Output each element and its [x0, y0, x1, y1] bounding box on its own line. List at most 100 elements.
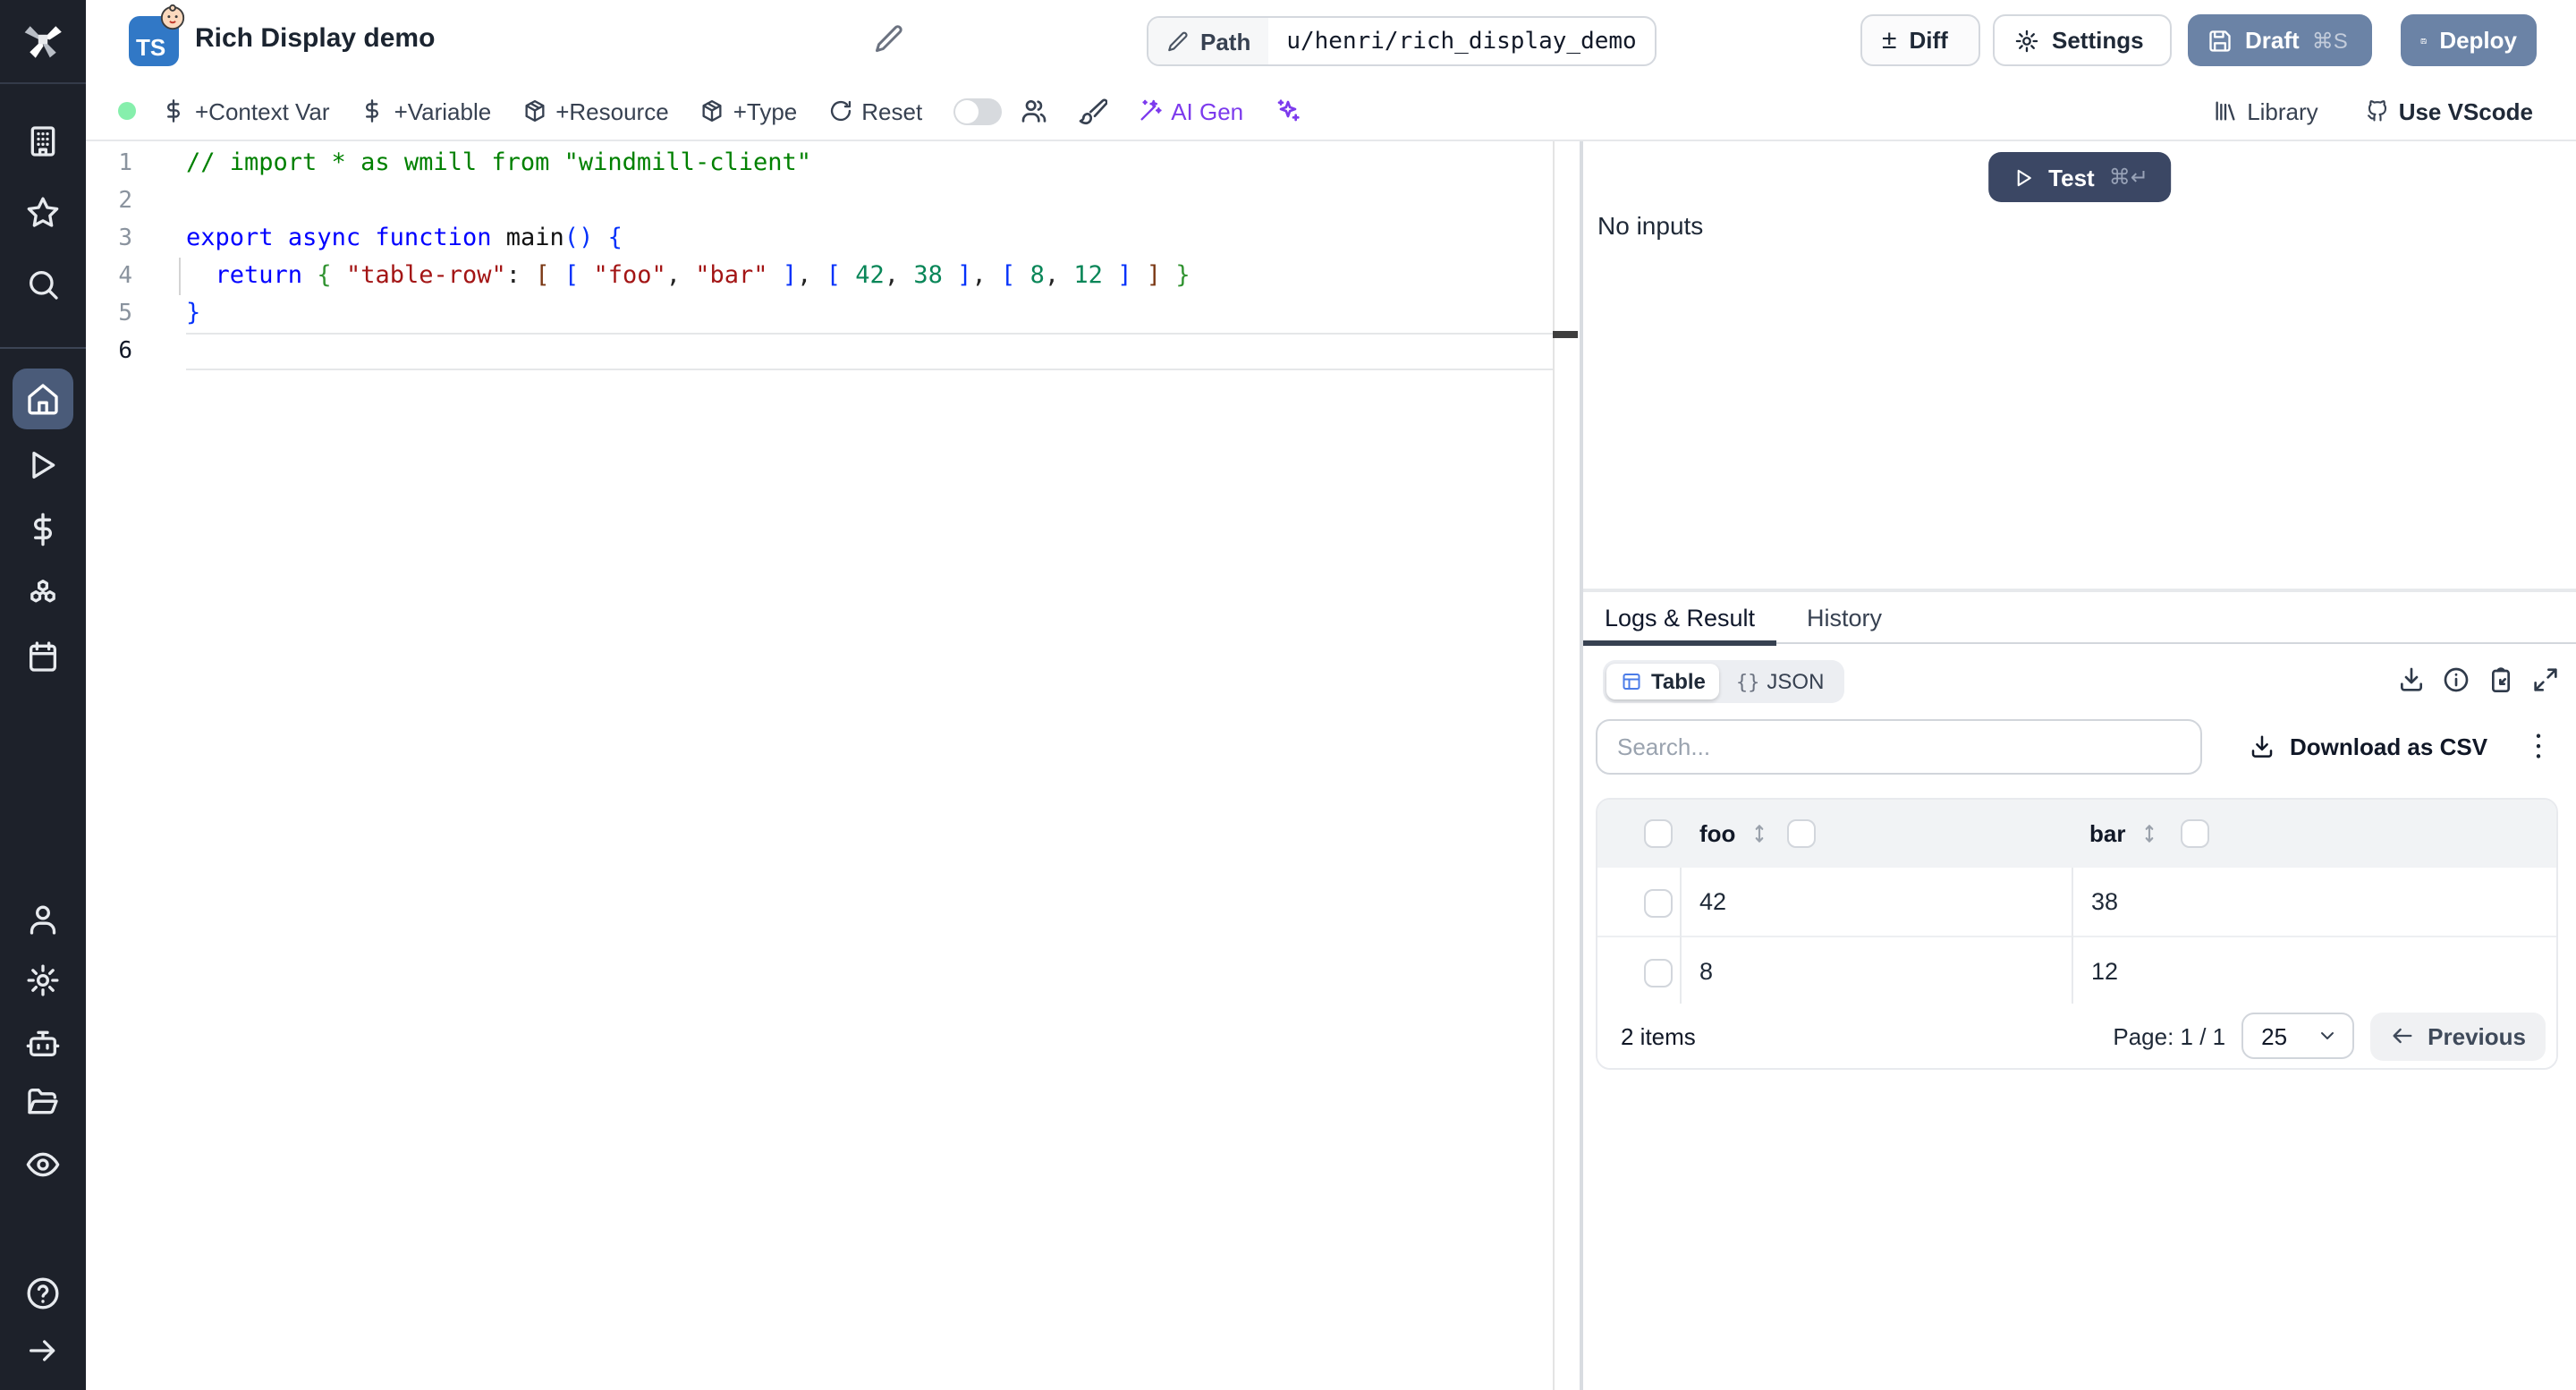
code-line-5[interactable]: } — [186, 294, 200, 332]
table-row[interactable]: 8 12 — [1597, 937, 2556, 1007]
search-input[interactable] — [1596, 719, 2202, 775]
add-type-button[interactable]: +Type — [699, 97, 797, 124]
code-line-4[interactable]: return { "table-row": [ [ "foo", "bar" ]… — [186, 257, 1191, 294]
sidebar-item-arrow-right[interactable] — [25, 1333, 61, 1369]
run-result-panel: Test ⌘↵ No inputs Logs & Result History … — [1583, 141, 2576, 1390]
magic-wand-icon — [1140, 99, 1161, 121]
sparkles-icon[interactable] — [1274, 97, 1302, 125]
diff-button[interactable]: ± Diff — [1860, 14, 1980, 66]
calendar-icon — [30, 641, 56, 672]
download-icon — [2251, 735, 2273, 758]
users-icon[interactable] — [1019, 97, 1047, 125]
editor-toolbar: +Context Var +Variable +Resource +Type R… — [86, 82, 2576, 141]
sidebar-item-folder[interactable] — [25, 1084, 61, 1120]
result-actions — [2397, 665, 2560, 694]
sort-icon[interactable] — [1748, 822, 1771, 845]
app-window: TS Rich Display demo Path u/henri/rich_d… — [0, 0, 2576, 1390]
code-editor[interactable]: 1 2 3 4 5 6 // import * as wmill from "windmi… — [86, 141, 1580, 1390]
sidebar-item-building[interactable] — [25, 123, 61, 159]
diff-mode-toggle[interactable] — [953, 97, 1002, 124]
sidebar-divider — [0, 347, 86, 349]
sidebar — [0, 0, 86, 1390]
deploy-button[interactable]: Deploy — [2401, 14, 2537, 66]
dollar-icon — [366, 99, 379, 123]
column-header-bar[interactable]: bar — [2089, 820, 2125, 847]
line-number: 1 — [118, 149, 132, 176]
page-size-select[interactable]: 25 — [2241, 1013, 2355, 1059]
sidebar-top-divider — [0, 82, 86, 84]
no-inputs-label: No inputs — [1597, 211, 1704, 240]
checkbox[interactable] — [1644, 958, 1673, 987]
path-label-segment: Path — [1148, 18, 1269, 64]
save-icon — [2209, 30, 2231, 51]
windmill-logo[interactable] — [20, 16, 66, 63]
line-number: 2 — [118, 187, 132, 214]
sidebar-item-home-active[interactable] — [13, 369, 73, 429]
checkbox[interactable] — [1644, 888, 1673, 917]
column-header-foo[interactable]: foo — [1699, 820, 1735, 847]
table-icon — [1623, 674, 1640, 690]
sidebar-item-help[interactable] — [25, 1276, 61, 1311]
brush-icon[interactable] — [1078, 97, 1107, 125]
checkbox[interactable] — [1787, 819, 1816, 848]
code-line-1[interactable]: // import * as wmill from "windmill-clie… — [186, 144, 811, 182]
test-button[interactable]: Test ⌘↵ — [1987, 152, 2172, 202]
code-line-3[interactable]: export async function main() { — [186, 219, 623, 257]
table-row[interactable]: 42 38 — [1597, 868, 2556, 937]
sidebar-item-gear[interactable] — [25, 962, 61, 998]
expand-icon[interactable] — [2531, 665, 2560, 694]
play-icon — [2016, 168, 2030, 186]
line-number: 6 — [118, 337, 132, 364]
use-vscode-button[interactable]: Use VScode — [2365, 97, 2533, 124]
eye-icon — [26, 1152, 60, 1177]
table-footer: 2 items Page: 1 / 1 25 Previous — [1597, 1004, 2556, 1068]
package-icon — [702, 99, 722, 123]
ai-gen-button[interactable]: AI Gen — [1137, 97, 1243, 124]
add-context-var-button[interactable]: +Context Var — [161, 97, 330, 124]
sidebar-item-eye[interactable] — [25, 1147, 61, 1182]
sidebar-item-bot[interactable] — [25, 1025, 61, 1061]
clipboard-icon[interactable] — [2487, 665, 2515, 694]
sidebar-item-boxes[interactable] — [25, 575, 61, 611]
sidebar-item-play[interactable] — [25, 447, 61, 483]
boxes-icon — [30, 579, 55, 602]
tab-history[interactable]: History — [1776, 592, 1912, 644]
braces-icon: {} — [1735, 670, 1760, 693]
checkbox[interactable] — [1644, 819, 1673, 848]
path-value[interactable]: u/henri/rich_display_demo — [1268, 18, 1654, 64]
info-icon[interactable] — [2442, 665, 2470, 694]
home-icon — [28, 384, 58, 415]
sort-icon[interactable] — [2138, 822, 2161, 845]
more-options-icon[interactable] — [2521, 726, 2556, 766]
result-tabs: Logs & Result History — [1583, 592, 2576, 646]
view-table-option[interactable]: Table — [1606, 664, 1720, 699]
add-resource-button[interactable]: +Resource — [521, 97, 669, 124]
chevron-down-icon — [2321, 1032, 2334, 1039]
edit-title-pencil-icon[interactable] — [873, 23, 905, 55]
reset-button[interactable]: Reset — [827, 97, 922, 124]
path-field[interactable]: Path u/henri/rich_display_demo — [1147, 16, 1657, 66]
library-button[interactable]: Library — [2213, 97, 2318, 124]
sidebar-item-star[interactable] — [25, 194, 61, 230]
draft-button[interactable]: Draft ⌘S — [2188, 14, 2372, 66]
page-indicator: Page: 1 / 1 — [2113, 1022, 2226, 1049]
settings-button[interactable]: Settings — [1993, 14, 2172, 66]
add-variable-button[interactable]: +Variable — [360, 97, 491, 124]
sidebar-item-dollar[interactable] — [25, 512, 61, 547]
checkbox[interactable] — [2181, 819, 2209, 848]
sidebar-item-search[interactable] — [25, 267, 61, 302]
column-divider — [2072, 868, 2073, 1007]
save-icon — [2420, 37, 2427, 44]
view-json-option[interactable]: {} JSON — [1720, 669, 1841, 694]
tab-logs-result[interactable]: Logs & Result — [1583, 592, 1776, 646]
download-csv-button[interactable]: Download as CSV — [2249, 719, 2487, 775]
sidebar-item-calendar[interactable] — [25, 639, 61, 674]
sidebar-item-user[interactable] — [25, 902, 61, 937]
table-cell: 42 — [1699, 888, 1727, 915]
line-number: 5 — [118, 300, 132, 326]
gear-icon — [27, 964, 59, 996]
overview-cursor-mark — [1553, 331, 1578, 338]
previous-page-button[interactable]: Previous — [2370, 1012, 2546, 1060]
refresh-icon — [830, 100, 851, 122]
download-icon[interactable] — [2397, 665, 2426, 694]
